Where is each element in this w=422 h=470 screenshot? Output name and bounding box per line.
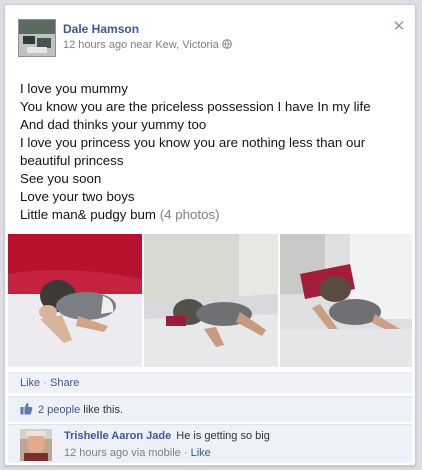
share-link[interactable]: Share — [50, 377, 79, 389]
likes-summary: 2 people like this. — [8, 396, 412, 422]
post-header: Dale Hamson 12 hours ago near Kew, Victo… — [18, 19, 408, 59]
post-actions: Like · Share — [8, 372, 412, 393]
message-line: I love you princess you know you are not… — [20, 135, 366, 150]
post-timestamp[interactable]: 12 hours ago near Kew, Victoria — [63, 39, 219, 51]
message-line: Love your two boys — [20, 189, 135, 204]
message-line: I love you mummy — [20, 81, 128, 96]
commenter-name-line: Trishelle Aaron Jade He is getting so bi… — [64, 430, 270, 442]
likes-count-link[interactable]: 2 people — [38, 404, 80, 416]
photo-thumbnail-1[interactable] — [8, 234, 142, 367]
commenter-avatar[interactable] — [20, 429, 52, 461]
photo-count[interactable]: (4 photos) — [160, 207, 220, 222]
comment-text: He is getting so big — [176, 430, 270, 442]
comment-meta: 12 hours ago via mobile · Like — [64, 447, 211, 459]
message-line: You know you are the priceless possessio… — [20, 99, 371, 114]
photo-thumbnail-2[interactable] — [144, 234, 278, 367]
message-line: And dad thinks your yummy too — [20, 117, 207, 132]
actions-separator: · — [43, 377, 47, 389]
post-meta: 12 hours ago near Kew, Victoria — [63, 39, 232, 51]
message-line-last: Little man& pudgy bum (4 photos) — [20, 206, 410, 224]
globe-icon — [221, 39, 232, 49]
thumbs-up-icon — [20, 399, 33, 415]
author-name[interactable]: Dale Hamson — [63, 22, 139, 36]
comment-timestamp[interactable]: 12 hours ago via mobile — [64, 447, 181, 459]
post-card: Dale Hamson 12 hours ago near Kew, Victo… — [4, 4, 416, 466]
author-avatar[interactable] — [18, 19, 56, 57]
commenter-name[interactable]: Trishelle Aaron Jade — [64, 430, 171, 442]
post-message: I love you mummy You know you are the pr… — [20, 80, 410, 224]
comment-separator: · — [183, 447, 188, 459]
comment-like-link[interactable]: Like — [191, 447, 211, 459]
likes-suffix: like this. — [83, 404, 124, 416]
close-icon[interactable]: ✕ — [392, 19, 406, 34]
message-line: beautiful princess — [20, 153, 124, 168]
photo-thumbnail-3[interactable] — [280, 234, 412, 367]
comment-item: Trishelle Aaron Jade He is getting so bi… — [8, 424, 412, 463]
message-line: See you soon — [20, 171, 102, 186]
photo-grid — [8, 234, 412, 367]
like-link[interactable]: Like — [20, 377, 40, 389]
message-line: Little man& pudgy bum — [20, 207, 157, 222]
